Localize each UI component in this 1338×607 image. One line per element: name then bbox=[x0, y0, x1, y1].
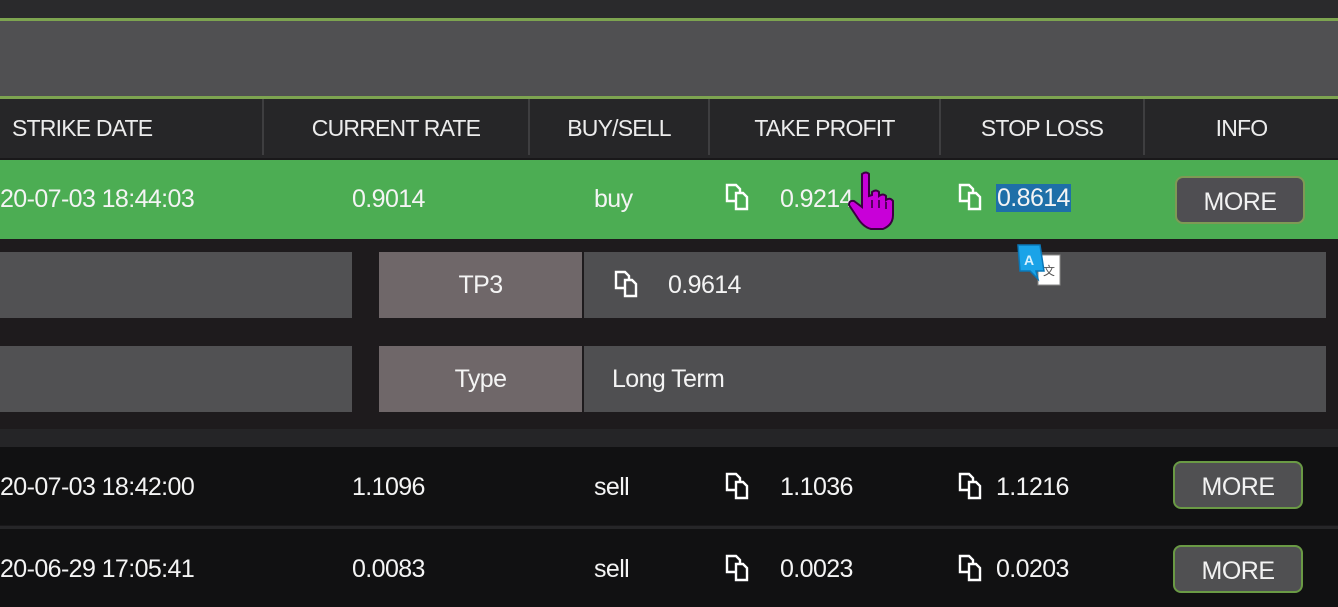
detail-value-type: Long Term bbox=[584, 346, 1326, 412]
column-header-buy-sell[interactable]: BUY/SELL bbox=[530, 99, 708, 158]
more-button[interactable]: MORE bbox=[1173, 461, 1303, 509]
copy-icon[interactable] bbox=[956, 553, 986, 583]
detail-left-cell bbox=[0, 252, 352, 318]
toolbar-band bbox=[0, 21, 1338, 96]
tp3-value[interactable]: 0.9614 bbox=[668, 252, 741, 318]
column-header-current-rate[interactable]: CURRENT RATE bbox=[264, 99, 528, 158]
translate-icon[interactable]: 文 A bbox=[1016, 243, 1064, 289]
detail-left-cell bbox=[0, 346, 352, 412]
current-rate-cell: 0.0083 bbox=[352, 555, 425, 583]
more-button[interactable]: MORE bbox=[1173, 545, 1303, 593]
column-header-info: INFO bbox=[1215, 115, 1269, 141]
current-rate-cell: 0.9014 bbox=[352, 185, 425, 213]
detail-label-type: Type bbox=[379, 346, 582, 412]
row-details-panel: TP3 0.9614 Type Long Term bbox=[0, 239, 1338, 429]
table-row[interactable]: 20-07-03 18:42:00 1.1096 sell 1.1036 1.1… bbox=[0, 447, 1338, 525]
copy-icon[interactable] bbox=[956, 471, 986, 501]
stop-loss-cell[interactable]: 1.1216 bbox=[996, 473, 1069, 502]
table-row[interactable]: 20-06-29 17:05:41 0.0083 sell 0.0023 0.0… bbox=[0, 529, 1338, 607]
take-profit-cell[interactable]: 0.9214 bbox=[780, 185, 853, 214]
top-bar bbox=[0, 0, 1338, 18]
copy-icon[interactable] bbox=[956, 182, 986, 212]
table-row-selected[interactable]: 20-07-03 18:44:03 0.9014 buy 0.9214 0.86… bbox=[0, 160, 1338, 239]
svg-text:文: 文 bbox=[1043, 263, 1055, 278]
more-button[interactable]: MORE bbox=[1175, 176, 1305, 224]
stop-loss-cell[interactable]: 0.0203 bbox=[996, 555, 1069, 584]
copy-icon[interactable] bbox=[612, 269, 642, 299]
take-profit-cell[interactable]: 1.1036 bbox=[780, 473, 853, 502]
hand-pointer-icon bbox=[847, 171, 894, 230]
strike-date-cell: 20-07-03 18:42:00 bbox=[0, 473, 195, 501]
take-profit-cell[interactable]: 0.0023 bbox=[780, 555, 853, 584]
buy-sell-cell: sell bbox=[594, 555, 630, 583]
section-divider bbox=[0, 429, 1338, 447]
selected-text[interactable]: 0.8614 bbox=[996, 184, 1071, 212]
stop-loss-cell[interactable]: 0.8614 bbox=[996, 184, 1071, 213]
column-header-take-profit[interactable]: TAKE PROFIT bbox=[710, 99, 939, 158]
translate-glyph: A bbox=[1024, 252, 1034, 268]
buy-sell-cell: buy bbox=[594, 185, 633, 213]
detail-value-tp3: 0.9614 bbox=[584, 252, 1326, 318]
column-header-strike-date[interactable]: STRIKE DATE bbox=[0, 99, 212, 158]
copy-icon[interactable] bbox=[723, 471, 753, 501]
column-header-stop-loss[interactable]: STOP LOSS bbox=[941, 99, 1143, 158]
strike-date-cell: 20-06-29 17:05:41 bbox=[0, 555, 195, 583]
current-rate-cell: 1.1096 bbox=[352, 473, 425, 501]
copy-icon[interactable] bbox=[723, 553, 753, 583]
buy-sell-cell: sell bbox=[594, 473, 630, 501]
detail-label-tp3: TP3 bbox=[379, 252, 582, 318]
copy-icon[interactable] bbox=[723, 182, 753, 212]
strike-date-cell: 20-07-03 18:44:03 bbox=[0, 185, 195, 213]
type-value: Long Term bbox=[612, 365, 725, 393]
table-header: STRIKE DATE CURRENT RATE BUY/SELL TAKE P… bbox=[0, 99, 1338, 158]
